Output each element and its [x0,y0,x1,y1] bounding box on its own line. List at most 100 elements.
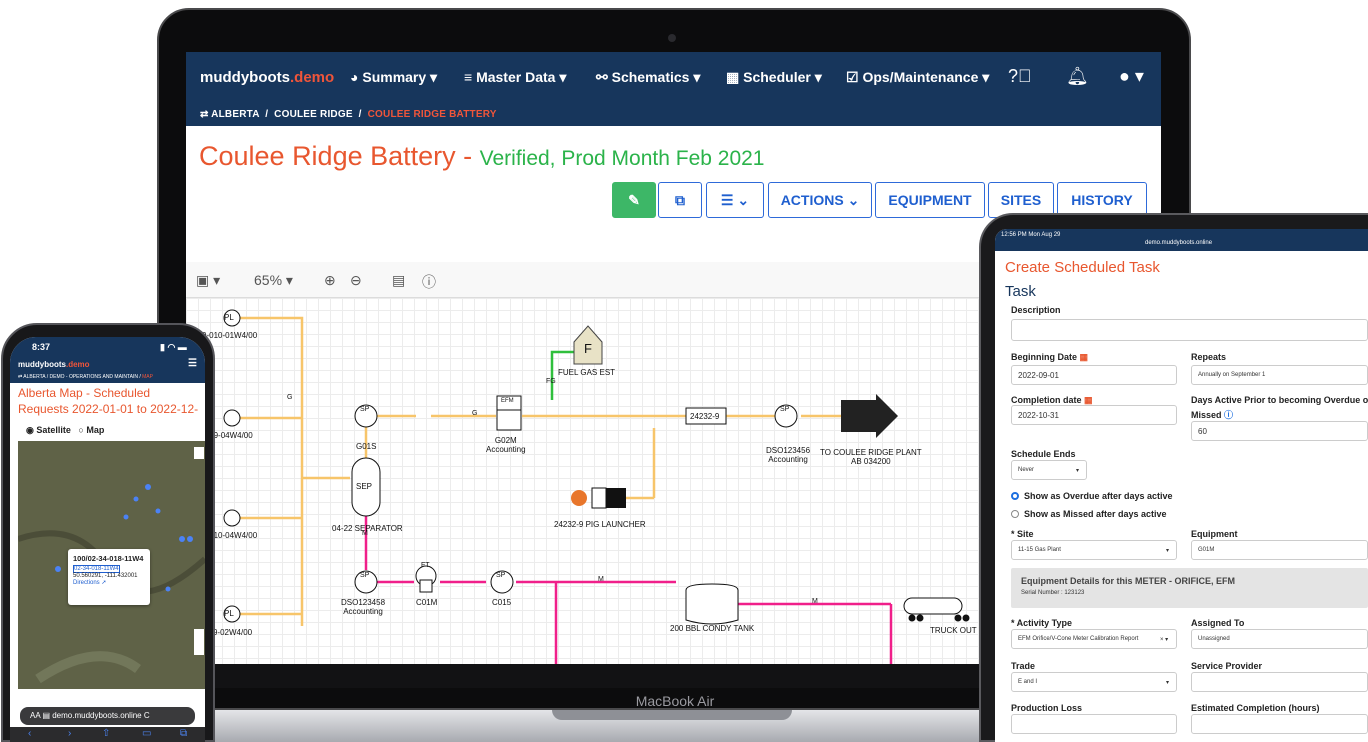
share-icon[interactable]: ⇧ [102,728,110,739]
page-title: Coulee Ridge Battery - Verified, Prod Mo… [199,141,765,171]
site-select[interactable]: 11-15 Gas Plant ▾ [1011,540,1177,560]
production-loss-label: Production Loss [1011,703,1083,713]
menu-ops-maintenance[interactable]: ☑ Ops/Maintenance ▾ [846,69,989,86]
menu-summary[interactable]: ◕ Summary ▾ [350,69,437,86]
popup-directions-link[interactable]: Directions ➚ [73,579,145,586]
production-loss-input[interactable] [1011,714,1177,734]
list-dropdown-button[interactable]: ☰ ⌄ [706,182,764,218]
line-g-label: G [287,394,293,401]
zoom-in-icon[interactable]: ⊕ [324,272,336,289]
phone-map[interactable]: ◉ Satellite ○ Map 100/02-34-018-11W4 02-… [18,419,205,689]
edit-button[interactable]: ✎ [612,182,656,218]
app-logo[interactable]: muddyboots.demo [200,69,334,86]
menu-schematics[interactable]: ⚯ Schematics ▾ [596,69,700,86]
zoom-select[interactable]: 65% ▾ [254,272,293,289]
zoom-out-icon[interactable]: ⊖ [350,272,362,289]
line-g-label: G [472,410,478,417]
list-icon: ☰ ⌄ [720,191,750,208]
days-active-input[interactable]: 60 [1191,421,1368,441]
user-menu-icon[interactable]: ● ▾ [1119,66,1144,87]
actions-button[interactable]: ACTIONS ⌄ [768,182,872,218]
pig-launcher-label: 24232-9 PIG LAUNCHER [554,520,646,529]
forward-icon[interactable]: › [68,728,71,739]
schedule-ends-select[interactable]: Never ▾ [1011,460,1087,480]
sp-symbol-text: SP [496,572,506,579]
trade-select[interactable]: E and I ▾ [1011,672,1177,692]
pdf-icon[interactable]: ▤ [392,272,405,289]
breadcrumb-separator: / [358,109,362,120]
layout-toggle-icon[interactable]: ▣ ▾ [196,272,220,289]
meter-label-c015: C015 [492,598,512,607]
assigned-to-select[interactable]: Unassigned [1191,629,1368,649]
breadcrumb-coulee-ridge[interactable]: COULEE RIDGE [274,109,353,120]
phone-time: 8:37 [32,342,51,352]
checkbox-icon: ☑ [846,69,863,85]
truck-label: TRUCK OUT [930,626,977,635]
breadcrumb-current: COULEE RIDGE BATTERY [367,109,497,120]
tabs-icon[interactable]: ⧉ [180,728,187,739]
chevron-down-icon: ▾ [1166,548,1170,554]
menu-scheduler[interactable]: ▦ Scheduler ▾ [726,69,822,86]
est-completion-input[interactable] [1191,714,1368,734]
equipment-details-title: Equipment Details for this METER - ORIFI… [1021,576,1236,586]
meter-label-g02m: G02M Accounting [486,436,526,455]
activity-type-select[interactable]: EFM Orifice/V-Cone Meter Calibration Rep… [1011,629,1177,649]
line-fg-label: FG [546,378,556,385]
radio-overdue[interactable]: Show as Overdue after days active [1011,491,1173,501]
phone-url-bar[interactable]: AA ▤ demo.muddyboots.online C [20,707,195,725]
equipment-select[interactable]: G01M [1191,540,1368,560]
form-subheading: Task [1005,283,1036,300]
completion-date-input[interactable]: 2022-10-31 [1011,405,1177,425]
clear-chevron-icon[interactable]: × ▾ [1160,636,1168,643]
hamburger-menu-icon[interactable]: ☰ [188,358,197,369]
sp-symbol-text: SP [360,572,370,579]
chevron-down-icon: ▾ [1166,680,1170,686]
calendar-icon[interactable]: ▦ [1084,395,1093,405]
days-active-label: Days Active Prior to becoming Overdue o [1191,395,1368,405]
beginning-date-label: Beginning Date ▦ [1011,352,1089,362]
equipment-details-panel: Equipment Details for this METER - ORIFI… [1011,568,1368,608]
phone-status-bar: 8:37 ▮ ◠ ▬ [10,337,205,357]
calendar-icon[interactable]: ▦ [1080,352,1089,362]
meter-label-dso123458: DSO123458 Accounting [341,598,386,617]
fuel-gas-label: FUEL GAS EST [558,368,616,377]
map-popup[interactable]: 100/02-34-018-11W4 02-34-018-11W4 50.560… [68,549,150,605]
menu-master-data[interactable]: ≡ Master Data ▾ [464,69,566,86]
back-icon[interactable]: ‹ [28,728,31,739]
meter-label-g01s: G01S [356,442,377,451]
plant-label: TO COULEE RIDGE PLANT AB 034200 [820,448,922,467]
bookmarks-icon[interactable]: ▭ [142,728,151,739]
equipment-button[interactable]: EQUIPMENT [875,182,985,218]
line-m-label: M [362,530,368,537]
laptop-camera [668,34,676,42]
bell-icon[interactable]: 🔔︎ [1066,66,1089,87]
info-icon[interactable]: ⓘ [422,272,436,292]
laptop-notch [552,710,792,720]
pencil-icon: ✎ [628,191,640,208]
equipment-serial: Serial Number : 123123 [1021,590,1085,596]
page-status: Verified, Prod Month Feb 2021 [479,147,765,170]
top-navbar: muddyboots.demo ◕ Summary ▾ ≡ Master Dat… [186,52,1161,104]
phone-logo[interactable]: muddyboots [18,360,66,369]
info-icon[interactable]: ⓘ [1224,410,1233,420]
trade-label: Trade [1011,661,1036,671]
popup-title: 100/02-34-018-11W4 [73,554,144,563]
tablet-url[interactable]: demo.muddyboots.online [1145,240,1212,246]
phone-screen: 8:37 ▮ ◠ ▬ muddyboots.demo ☰ ⇄ ALBERTA /… [10,337,205,742]
description-input[interactable] [1011,319,1368,341]
copy-button[interactable]: ⧉ [658,182,702,218]
breadcrumb-separator: / [265,109,269,120]
service-provider-select[interactable] [1191,672,1368,692]
phone-browser-toolbar: ‹ › ⇧ ▭ ⧉ [10,727,205,742]
popup-well-link[interactable]: 02-34-018-11W4 [73,565,120,573]
breadcrumb-alberta[interactable]: ⇄ ALBERTA [200,109,259,120]
repeats-select[interactable]: Annually on September 1 [1191,365,1368,385]
beginning-date-input[interactable]: 2022-09-01 [1011,365,1177,385]
line-m-label: M [598,576,604,583]
tablet-screen: 12:56 PM Mon Aug 29 demo.muddyboots.onli… [995,229,1368,742]
radio-missed[interactable]: Show as Missed after days active [1011,509,1167,519]
well-symbols [223,309,241,623]
help-icon[interactable]: ?⃝ [1008,66,1032,87]
meter-label-c01m: C01M [416,598,438,607]
schedule-ends-label: Schedule Ends [1011,449,1076,459]
